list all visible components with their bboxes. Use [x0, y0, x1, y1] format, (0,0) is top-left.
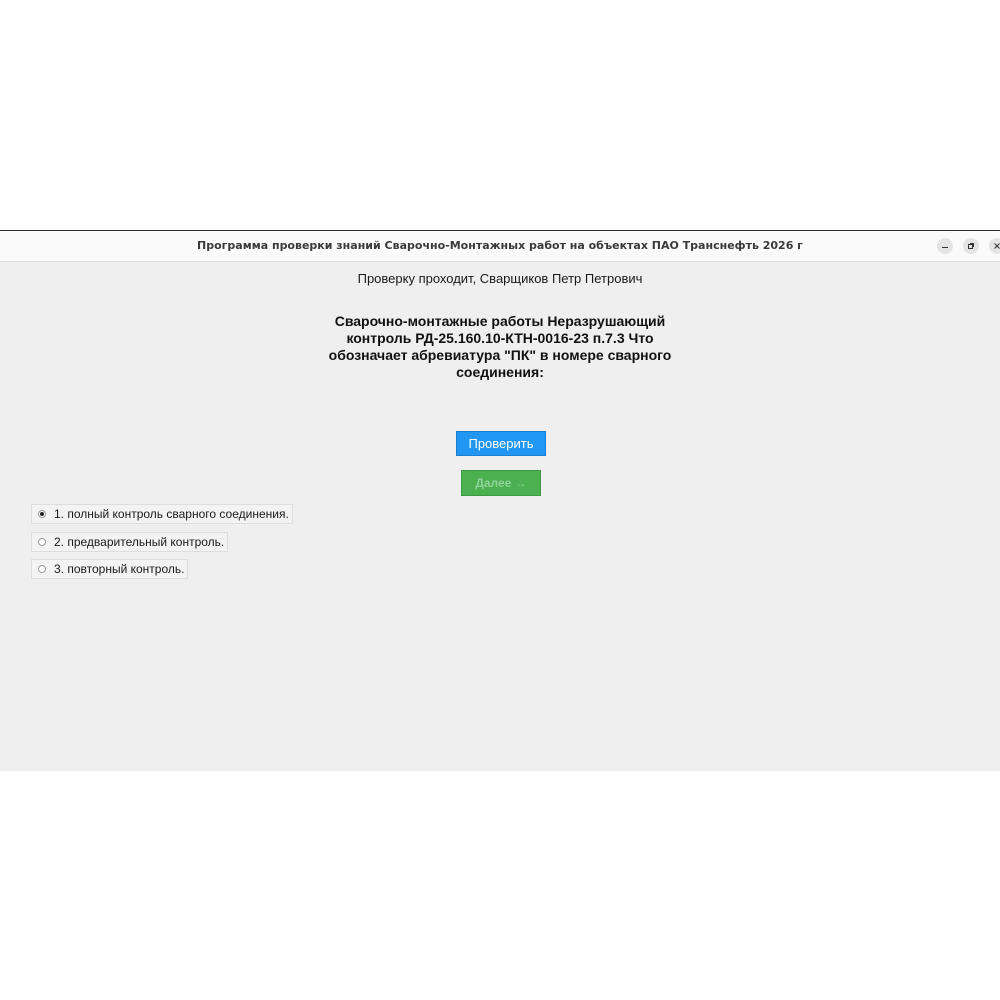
maximize-icon	[968, 243, 974, 249]
answer-option-3[interactable]: 3. повторный контроль.	[31, 559, 189, 579]
close-icon	[994, 243, 1000, 249]
answer-option-label: 1. полный контроль сварного соединения.	[54, 507, 289, 521]
radio-unselected-icon[interactable]	[38, 538, 46, 546]
next-button[interactable]: Далее →	[461, 470, 541, 496]
answer-option-2[interactable]: 2. предварительный контроль.	[31, 532, 229, 552]
answer-option-1[interactable]: 1. полный контроль сварного соединения.	[31, 504, 293, 524]
check-button[interactable]: Проверить	[456, 431, 546, 456]
title-bar[interactable]: Программа проверки знаний Сварочно-Монта…	[0, 231, 1000, 262]
close-button[interactable]	[989, 238, 1000, 254]
examinee-label: Проверку проходит, Сварщиков Петр Петров…	[357, 271, 643, 286]
app-window: Программа проверки знаний Сварочно-Монта…	[0, 230, 1000, 771]
window-title: Программа проверки знаний Сварочно-Монта…	[197, 239, 803, 252]
answer-option-label: 3. повторный контроль.	[54, 562, 185, 576]
question-text: Сварочно-монтажные работы Неразрушающий …	[328, 313, 672, 380]
minimize-icon	[942, 247, 948, 248]
minimize-button[interactable]	[937, 238, 953, 254]
radio-selected-icon[interactable]	[38, 510, 46, 518]
answer-option-label: 2. предварительный контроль.	[54, 535, 225, 549]
maximize-button[interactable]	[963, 238, 979, 254]
radio-unselected-icon[interactable]	[38, 565, 46, 573]
test-panel: Проверку проходит, Сварщиков Петр Петров…	[0, 262, 1000, 771]
